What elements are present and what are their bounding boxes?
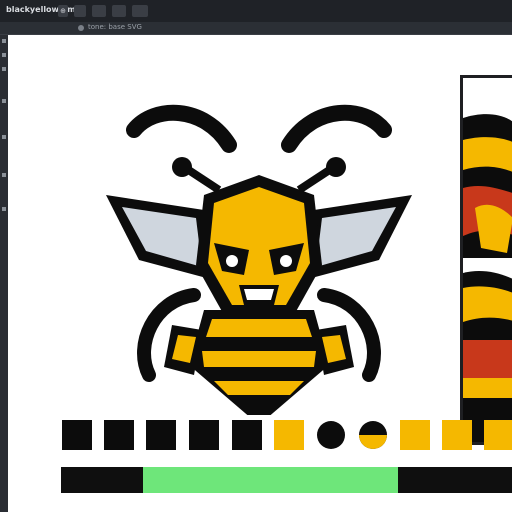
swatch-fill	[484, 420, 512, 450]
tool-icon[interactable]	[2, 135, 6, 139]
progress-bar[interactable]	[61, 467, 512, 493]
color-swatch[interactable]	[146, 420, 176, 450]
color-swatch[interactable]	[232, 420, 262, 450]
tool-icon[interactable]	[2, 67, 6, 71]
color-swatch[interactable]	[62, 420, 92, 450]
swatch-fill	[442, 420, 472, 450]
left-tool-strip	[0, 35, 8, 512]
titlebar-button-1[interactable]	[74, 5, 86, 17]
design-canvas[interactable]	[8, 35, 512, 512]
swatch-fill	[189, 420, 219, 450]
bee-mascot-artwork	[106, 104, 412, 415]
swatch-fill	[232, 420, 262, 450]
color-swatch[interactable]	[484, 420, 512, 450]
color-swatch[interactable]	[274, 420, 304, 450]
toolbar-label: tone: base SVG	[88, 23, 142, 31]
titlebar-button-4[interactable]	[132, 5, 148, 17]
tool-icon[interactable]	[2, 99, 6, 103]
swatch-fill	[317, 421, 345, 449]
color-swatch[interactable]	[442, 420, 472, 450]
toolbar: tone: base SVG	[0, 22, 512, 35]
titlebar-icon-button[interactable]: ⊕	[58, 5, 68, 17]
tool-icon[interactable]	[2, 39, 6, 43]
color-swatch[interactable]	[104, 420, 134, 450]
tool-icon[interactable]	[2, 53, 6, 57]
progress-fill	[143, 467, 398, 493]
window-title: blackyellow.bmd	[6, 5, 82, 14]
color-swatch-half-circle[interactable]	[358, 420, 388, 450]
title-bar: blackyellow.bmd ⊕	[0, 0, 512, 23]
swatch-fill	[359, 435, 387, 449]
color-swatch-circle[interactable]	[316, 420, 346, 450]
titlebar-button-3[interactable]	[112, 5, 126, 17]
zoom-preview-panel[interactable]	[460, 75, 512, 445]
swatch-fill	[146, 420, 176, 450]
zoomed-mascot-preview	[463, 78, 512, 442]
tool-icon[interactable]	[2, 207, 6, 211]
swatch-fill	[104, 420, 134, 450]
titlebar-button-2[interactable]	[92, 5, 106, 17]
tool-icon[interactable]	[2, 173, 6, 177]
swatch-fill	[400, 420, 430, 450]
color-swatch[interactable]	[400, 420, 430, 450]
color-swatch[interactable]	[189, 420, 219, 450]
swatch-fill	[274, 420, 304, 450]
swatch-fill	[62, 420, 92, 450]
tool-indicator-icon	[78, 25, 84, 31]
